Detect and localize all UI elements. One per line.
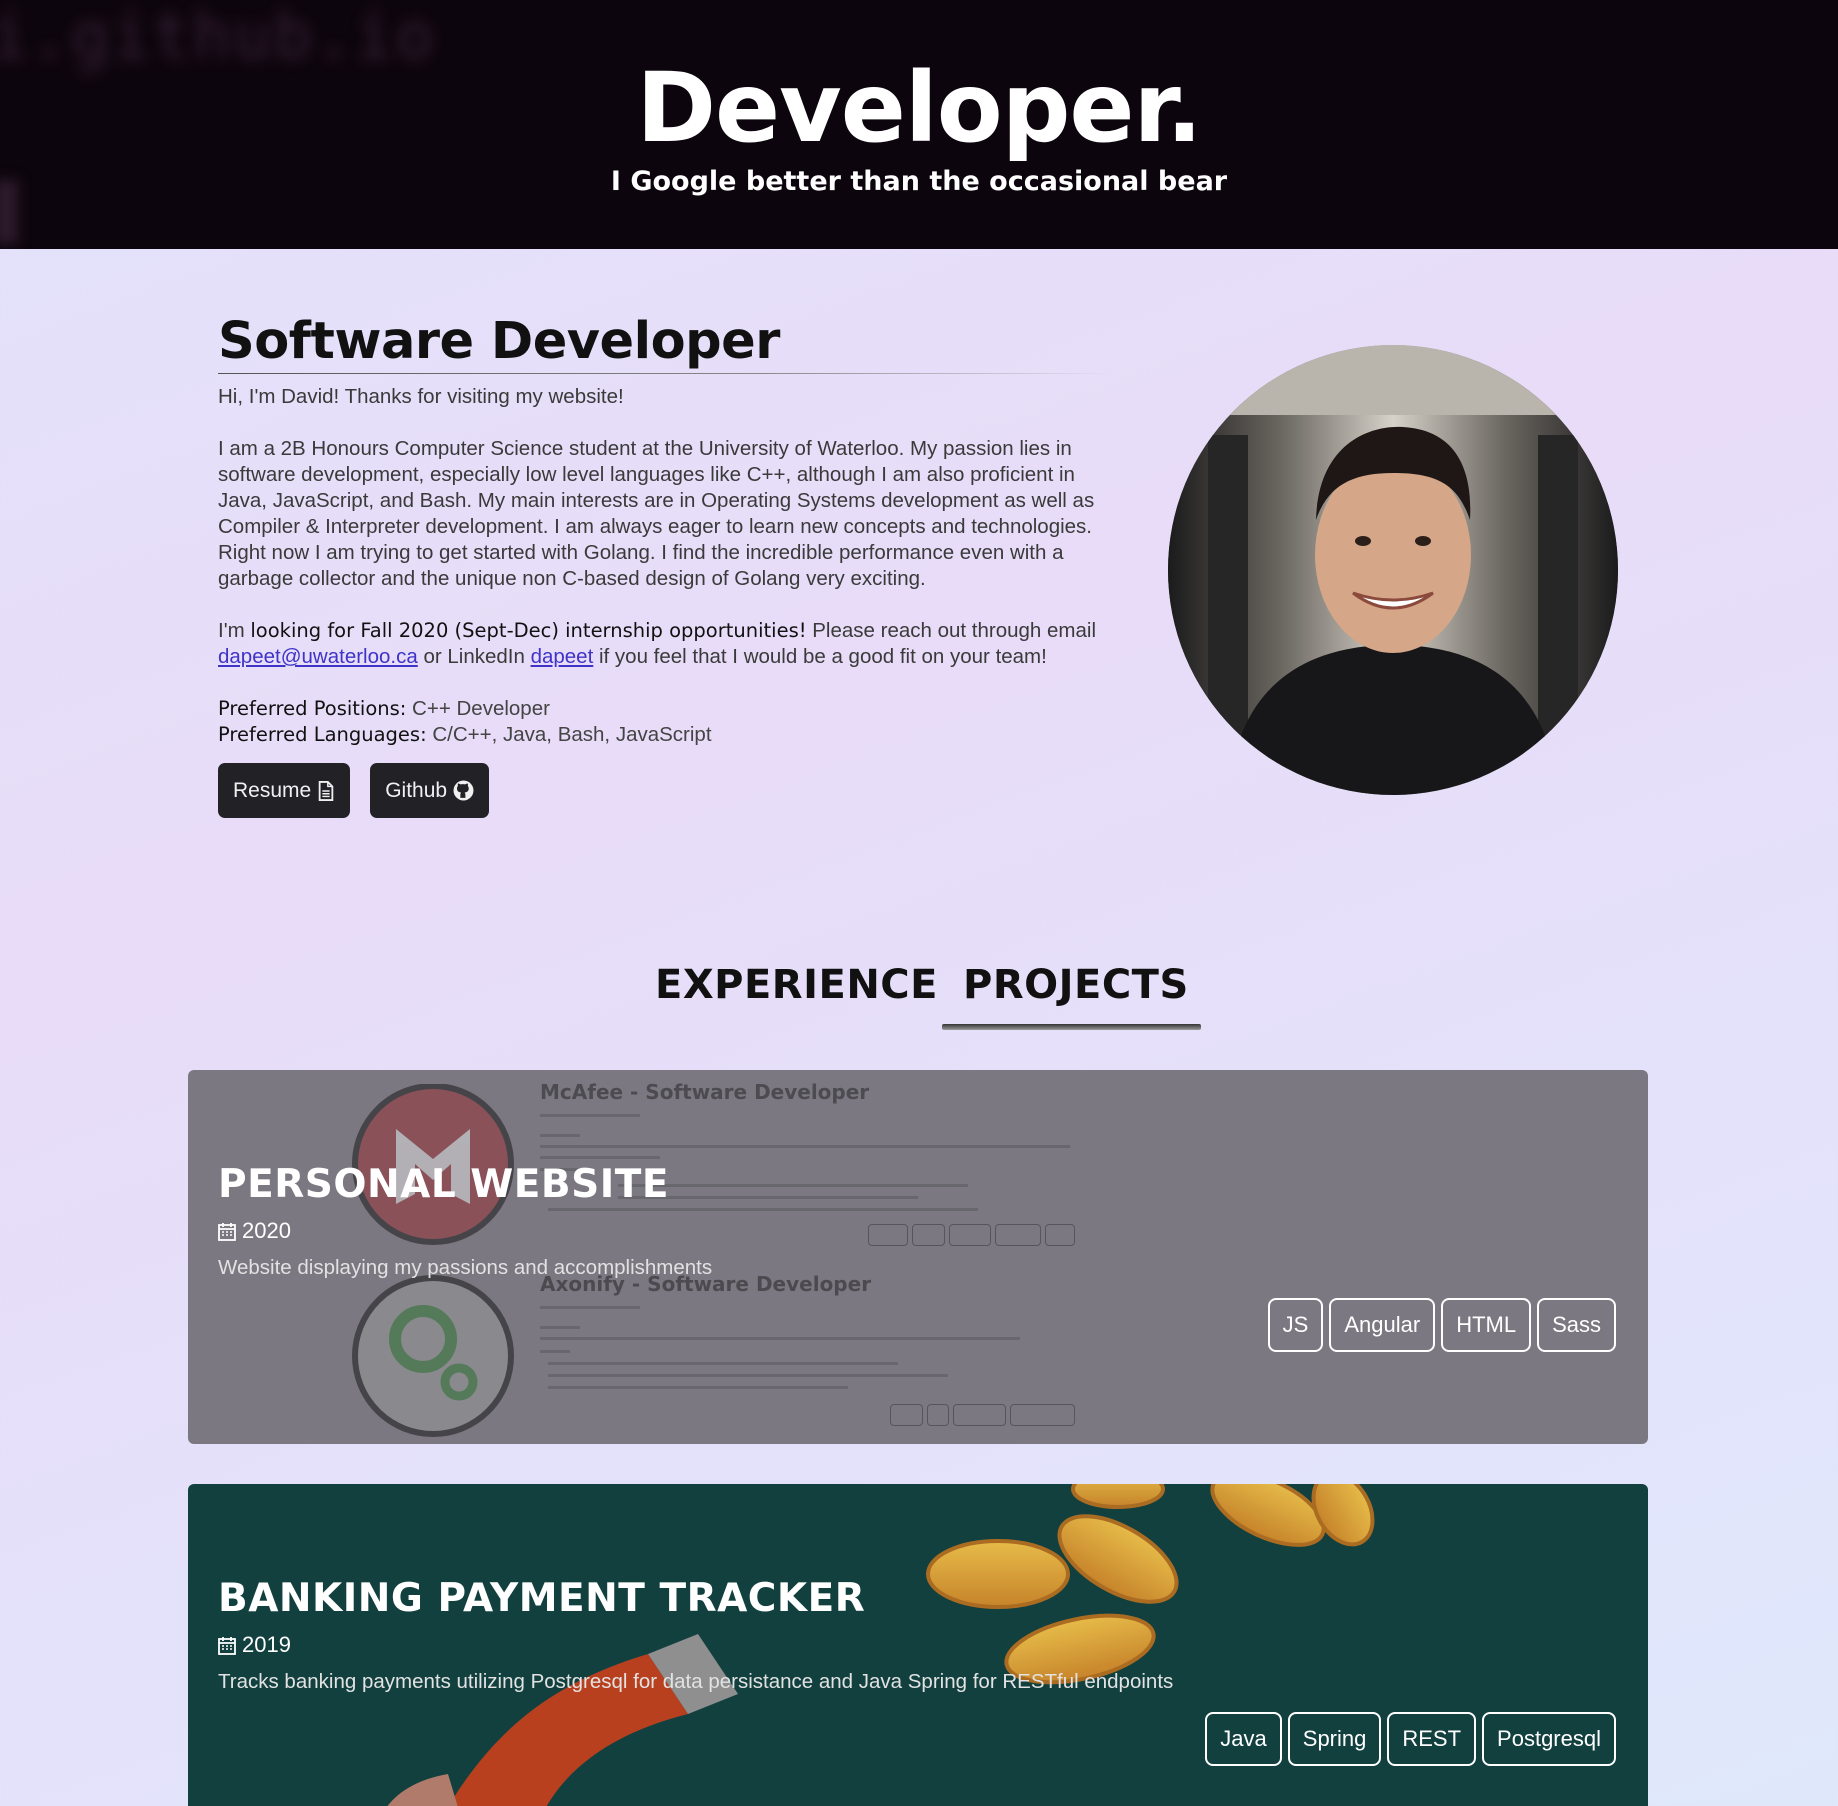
- tag-rest: REST: [1387, 1712, 1477, 1766]
- github-button[interactable]: Github: [370, 763, 490, 818]
- linkedin-link[interactable]: dapeet: [531, 645, 594, 668]
- looking-mid: Please reach out through email: [806, 619, 1097, 642]
- profile-photo: [1168, 345, 1618, 795]
- tab-experience[interactable]: EXPERIENCE: [655, 962, 938, 1008]
- preferred-languages-value: C/C++, Java, Bash, JavaScript: [426, 723, 712, 746]
- calendar-icon: [218, 1636, 236, 1655]
- resume-button[interactable]: Resume: [218, 763, 351, 818]
- tab-projects[interactable]: PROJECTS: [963, 962, 1189, 1008]
- project-title: PERSONAL WEBSITE: [218, 1162, 669, 1207]
- hero-title: Developer.: [636, 52, 1202, 164]
- project-card-personal-website[interactable]: McAfee - Software Developer Axonify - So…: [188, 1070, 1648, 1444]
- tag-java: Java: [1205, 1712, 1282, 1766]
- tag-sass: Sass: [1537, 1298, 1616, 1352]
- project-tags: JS Angular HTML Sass: [1267, 1298, 1616, 1352]
- preferred-languages: Preferred Languages: C/C++, Java, Bash, …: [218, 722, 1113, 748]
- github-icon: [453, 780, 474, 801]
- tag-angular: Angular: [1329, 1298, 1436, 1352]
- tag-html: HTML: [1441, 1298, 1532, 1352]
- internship-text: I'm looking for Fall 2020 (Sept-Dec) int…: [218, 618, 1113, 670]
- active-tab-indicator: [942, 1024, 1201, 1030]
- project-title: BANKING PAYMENT TRACKER: [218, 1576, 866, 1621]
- looking-highlight: looking for Fall 2020 (Sept-Dec) interns…: [250, 619, 807, 642]
- linkedin-prefix: or LinkedIn: [417, 645, 531, 668]
- bio-text: I am a 2B Honours Computer Science stude…: [218, 437, 1095, 590]
- tag-spring: Spring: [1287, 1712, 1382, 1766]
- resume-button-label: Resume: [233, 778, 312, 802]
- title-divider: [218, 373, 1113, 374]
- project-description: Tracks banking payments utilizing Postgr…: [218, 1670, 1174, 1693]
- resume-entry-1-title: McAfee - Software Developer: [540, 1080, 870, 1104]
- preferred-positions-value: C++ Developer: [406, 697, 550, 720]
- preferred-positions-label: Preferred Positions:: [218, 697, 407, 720]
- looking-prefix: I'm: [218, 619, 251, 642]
- project-card-banking-payment-tracker[interactable]: BANKING PAYMENT TRACKER 2019 Tracks bank…: [188, 1484, 1648, 1806]
- project-year: 2019: [218, 1632, 291, 1658]
- greeting-text: Hi, I'm David! Thanks for visiting my we…: [218, 385, 624, 408]
- tag-js: JS: [1267, 1298, 1324, 1352]
- about-title: Software Developer: [218, 312, 780, 371]
- preferred-positions: Preferred Positions: C++ Developer: [218, 696, 1113, 722]
- project-tags: Java Spring REST Postgresql: [1205, 1712, 1616, 1766]
- file-icon: [318, 780, 334, 801]
- project-year: 2020: [218, 1218, 291, 1244]
- tag-postgresql: Postgresql: [1482, 1712, 1616, 1766]
- hero-banner: i.github.io Developer. I Google better t…: [0, 0, 1838, 249]
- project-description: Website displaying my passions and accom…: [218, 1256, 713, 1279]
- github-button-label: Github: [385, 778, 448, 802]
- calendar-icon: [218, 1222, 236, 1241]
- about-section: Software Developer Hi, I'm David! Thanks…: [218, 312, 1113, 818]
- hero-subtitle: I Google better than the occasional bear: [610, 166, 1228, 197]
- project-year-value: 2019: [242, 1632, 291, 1657]
- preferred-languages-label: Preferred Languages:: [218, 723, 427, 746]
- project-year-value: 2020: [242, 1218, 291, 1243]
- profile-photo-art: [1168, 345, 1618, 795]
- email-link[interactable]: dapeet@uwaterloo.ca: [218, 645, 418, 668]
- looking-suffix: if you feel that I would be a good fit o…: [593, 645, 1047, 668]
